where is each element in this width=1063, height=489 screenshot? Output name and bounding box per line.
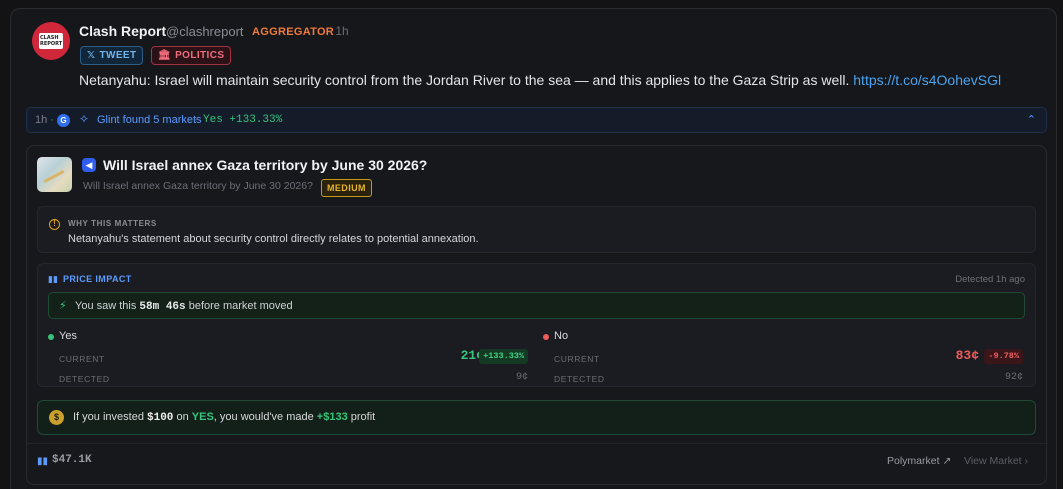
coin-icon: $ <box>49 410 64 425</box>
divider <box>27 443 1048 444</box>
lead-time-value: 58m 46s <box>139 301 186 313</box>
no-dot <box>543 334 549 340</box>
glint-yes-change: Yes +133.33% <box>203 114 283 126</box>
why-this-matters: ! WHY THIS MATTERS Netanyahu's statement… <box>37 206 1036 253</box>
glint-found: Glint found 5 markets <box>97 114 202 126</box>
chevron-right-icon: › <box>1024 455 1029 467</box>
x-logo-icon: 𝕏 <box>87 50 96 61</box>
profit-banner: $ If you invested $100 on YES, you would… <box>37 400 1036 435</box>
tag-label: TWEET <box>99 50 137 61</box>
why-heading: WHY THIS MATTERS <box>68 219 157 228</box>
detected-time: Detected 1h ago <box>955 274 1025 285</box>
avatar[interactable]: CLASH REPORT <box>32 22 70 60</box>
post-time: · 1h <box>328 24 349 38</box>
glint-logo-icon: G <box>57 114 70 127</box>
impact-heading: PRICE IMPACT <box>63 274 132 284</box>
tweet-text: Netanyahu: Israel will maintain security… <box>79 72 1001 88</box>
avatar-logo: CLASH REPORT <box>39 33 63 49</box>
market-thumbnail <box>37 157 72 192</box>
polymarket-link[interactable]: Polymarket ↗ <box>887 455 951 467</box>
price-change: -9.78% <box>984 349 1023 364</box>
market-title[interactable]: Will Israel annex Gaza territory by June… <box>103 157 427 173</box>
info-icon: ! <box>49 219 60 230</box>
relevance-badge: MEDIUM <box>321 179 372 197</box>
profit-text: If you invested $100 on YES, you would'v… <box>73 411 376 424</box>
external-link-icon: ↗ <box>942 455 952 467</box>
current-price: 83¢ <box>955 348 979 363</box>
author-handle[interactable]: @clashreport <box>166 24 244 39</box>
bolt-icon: ⚡ <box>59 300 67 312</box>
current-label: CURRENT <box>554 354 600 364</box>
current-label: CURRENT <box>59 354 105 364</box>
author-name[interactable]: Clash Report <box>79 23 166 39</box>
bar-chart-icon: ▮▮ <box>48 274 58 284</box>
lead-time-banner: ⚡ You saw this 58m 46s before market mov… <box>48 292 1025 319</box>
chevron-up-icon[interactable]: ⌃ <box>1027 113 1036 126</box>
tag-tweet[interactable]: 𝕏 TWEET <box>80 46 144 65</box>
tag-label: POLITICS <box>175 50 225 61</box>
sparkle-icon: ✧ <box>79 112 90 126</box>
polymarket-icon: ◀ <box>82 158 96 172</box>
tweet-link[interactable]: https://t.co/s4OohevSGl <box>853 72 1001 88</box>
view-market-link[interactable]: View Market › <box>964 455 1028 467</box>
detected-label: DETECTED <box>554 374 605 384</box>
detected-label: DETECTED <box>59 374 110 384</box>
price-impact: ▮▮ PRICE IMPACT Detected 1h ago ⚡ You sa… <box>37 263 1036 387</box>
capitol-icon: 🏛 <box>158 50 172 61</box>
detected-price: 9¢ <box>515 372 528 383</box>
separator: · <box>194 114 198 126</box>
market-subtitle: Will Israel annex Gaza territory by June… <box>83 180 313 192</box>
glint-bar[interactable]: 1h · G ✧ Glint found 5 markets · Yes +13… <box>26 107 1047 133</box>
yes-dot <box>48 334 54 340</box>
tweet-body: Netanyahu: Israel will maintain security… <box>79 72 850 88</box>
tag-politics[interactable]: 🏛 POLITICS <box>151 46 232 65</box>
price-change: +133.33% <box>479 349 528 364</box>
market-card: ◀ Will Israel annex Gaza territory by Ju… <box>26 145 1048 485</box>
detected-price: 92¢ <box>1004 372 1023 383</box>
why-body: Netanyahu's statement about security con… <box>68 233 479 245</box>
outcome-label: No <box>554 330 569 342</box>
outcome-yes: Yes CURRENT DETECTED 21¢ +133.33% 9¢ <box>48 328 528 384</box>
market-volume: $47.1K <box>52 454 92 466</box>
glint-time: 1h · <box>35 114 54 126</box>
role-badge: AGGREGATOR <box>252 26 335 38</box>
volume-icon: ▮▮ <box>37 456 49 467</box>
outcome-no: No CURRENT DETECTED 83¢ -9.78% 92¢ <box>543 328 1023 384</box>
lead-time-text: You saw this 58m 46s before market moved <box>75 300 293 313</box>
outcome-label: Yes <box>59 330 77 342</box>
